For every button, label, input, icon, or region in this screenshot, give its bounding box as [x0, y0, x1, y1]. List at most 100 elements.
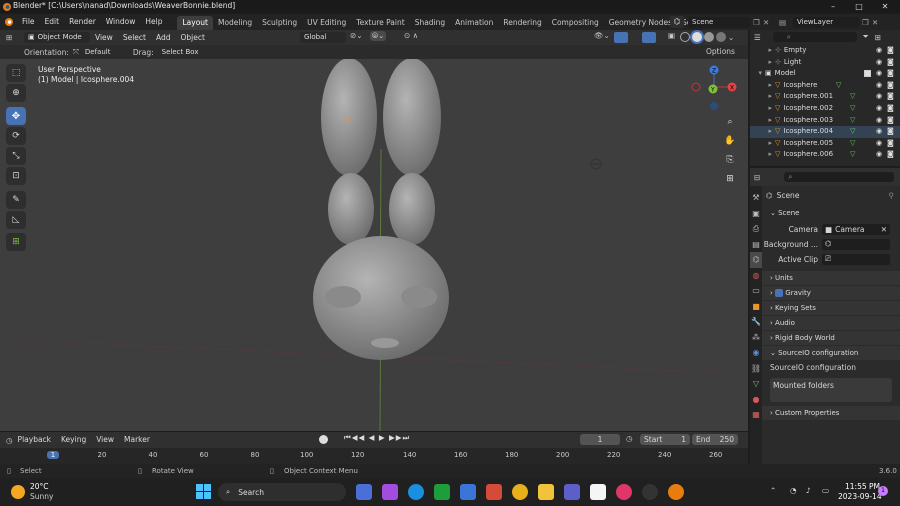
tray-chevron-icon[interactable]: ⌃ — [770, 486, 776, 495]
outliner-item[interactable]: ▸ ▽ Icosphere.004 ▽ ◉ ◙ — [750, 126, 900, 138]
proportional-edit-icon[interactable]: ⊙ ∧ — [404, 31, 418, 40]
outliner-item[interactable]: ▸ ▽ Icosphere ▽ ◉ ◙ — [750, 80, 900, 92]
outliner-item[interactable]: ▸ ⊹ Empty ◉ ◙ — [750, 45, 900, 57]
start-frame-field[interactable]: Start 1 — [640, 434, 690, 445]
mode-selector[interactable]: ▣ Object Mode — [24, 32, 90, 43]
weather-sun-icon[interactable] — [11, 485, 25, 499]
audio-panel-header[interactable]: › Audio — [762, 316, 900, 330]
timeline-ruler[interactable]: 1 20 40 60 80 100 120 140 160 180 200 220 240 260 — [0, 448, 748, 464]
timeline-view-menu[interactable]: View — [91, 432, 119, 448]
snap-icon[interactable]: ⦾⌄ — [370, 31, 387, 41]
gravity-checkbox[interactable] — [775, 289, 784, 297]
delete-scene-icon[interactable]: ✕ — [763, 18, 773, 27]
meet-icon[interactable] — [356, 484, 372, 500]
chrome-icon[interactable] — [512, 484, 528, 500]
pivot-icon[interactable]: ⊘⌄ — [350, 31, 363, 40]
unreal-icon[interactable] — [642, 484, 658, 500]
media-icon[interactable] — [486, 484, 502, 500]
menu-file[interactable]: File — [17, 14, 40, 30]
drag-selector[interactable]: Select Box — [158, 47, 206, 58]
tab-geometry-nodes[interactable]: Geometry Nodes — [604, 16, 677, 30]
tab-compositing[interactable]: Compositing — [547, 16, 604, 30]
weather-condition[interactable]: Sunny — [30, 492, 53, 501]
material-shading-icon[interactable] — [704, 32, 714, 42]
store-icon[interactable] — [460, 484, 476, 500]
expand-arrow-icon[interactable]: ▸ — [750, 115, 772, 127]
expand-arrow-icon[interactable]: ▸ — [750, 45, 772, 57]
add-cube-tool[interactable]: ⊞ — [6, 233, 26, 251]
camera-view-icon[interactable]: ⎘ — [723, 151, 737, 170]
render-camera-icon[interactable]: ◙ — [887, 149, 894, 161]
editor-type-icon[interactable]: ⊞ — [6, 33, 20, 42]
current-frame-field[interactable]: 1 — [580, 434, 620, 445]
playback-controls[interactable]: ⏮◀◀ ◀ ▶ ▶▶⏭ — [344, 433, 410, 443]
minimize-button[interactable]: – — [820, 0, 846, 13]
xbox-icon[interactable] — [434, 484, 450, 500]
scene-tab-icon[interactable]: ⌬ — [750, 252, 762, 268]
gizmo-toggle-icon[interactable] — [614, 32, 628, 43]
tab-rendering[interactable]: Rendering — [498, 16, 546, 30]
collection-tab-icon[interactable]: ▭ — [750, 283, 762, 299]
medium-icon[interactable] — [590, 484, 606, 500]
keying-menu[interactable]: Keying — [56, 432, 91, 448]
transform-orientation-selector[interactable]: Global — [300, 32, 346, 43]
visibility-icon[interactable]: 👁⌄ — [594, 31, 610, 40]
record-button[interactable] — [319, 435, 328, 444]
expand-arrow-icon[interactable]: ▸ — [750, 138, 772, 150]
outliner-item[interactable]: ▸ ▽ Icosphere.001 ▽ ◉ ◙ — [750, 91, 900, 103]
tab-uv-editing[interactable]: UV Editing — [302, 16, 351, 30]
move-tool[interactable]: ✥ — [6, 107, 26, 125]
app-icon[interactable] — [382, 484, 398, 500]
outliner-editor-icon[interactable]: ☰ — [754, 33, 761, 42]
modifier-tab-icon[interactable]: 🔧 — [750, 314, 762, 330]
visibility-eye-icon[interactable]: ◉ — [876, 45, 882, 57]
tab-animation[interactable]: Animation — [450, 16, 498, 30]
visibility-eye-icon[interactable]: ◉ — [876, 91, 882, 103]
custom-properties-panel-header[interactable]: › Custom Properties — [762, 406, 900, 420]
background-scene-field[interactable]: ⌬ — [822, 239, 890, 250]
tab-shading[interactable]: Shading — [410, 16, 450, 30]
copy-icon[interactable]: ❐ — [753, 18, 763, 27]
output-tab-icon[interactable]: ⎙ — [750, 221, 762, 237]
expand-arrow-icon[interactable]: ▸ — [750, 126, 772, 138]
new-collection-icon[interactable]: ⊞ — [875, 33, 881, 42]
menu-view[interactable]: View — [90, 30, 118, 45]
visibility-eye-icon[interactable]: ◉ — [876, 57, 882, 69]
orientation-selector[interactable]: Default — [81, 47, 125, 58]
shading-options-icon[interactable]: ⌄ — [728, 33, 734, 42]
maximize-button[interactable]: □ — [846, 0, 872, 13]
weather-temp[interactable]: 20°C — [30, 482, 49, 491]
camera-field[interactable]: ■ Camera ✕ — [822, 224, 890, 235]
expand-arrow-icon[interactable]: ▸ — [750, 57, 772, 69]
3d-viewport[interactable]: User Perspective (1) Model | Icosphere.0… — [0, 59, 748, 431]
visibility-eye-icon[interactable]: ◉ — [876, 103, 882, 115]
visibility-eye-icon[interactable]: ◉ — [876, 80, 882, 92]
outliner-item[interactable]: ▾ ▣ Model ◉ ◙ — [750, 68, 900, 80]
pan-hand-icon[interactable]: ✋ — [723, 132, 737, 151]
annotate-tool[interactable]: ✎ — [6, 191, 26, 209]
options-dropdown[interactable]: Options — [706, 47, 735, 56]
scale-tool[interactable]: ⤡ — [6, 147, 26, 165]
render-camera-icon[interactable]: ◙ — [887, 80, 894, 92]
file-explorer-icon[interactable] — [538, 484, 554, 500]
playback-menu[interactable]: Playback — [13, 432, 56, 448]
view-layer-icon[interactable]: ▤ — [779, 18, 791, 27]
tab-texture-paint[interactable]: Texture Paint — [351, 16, 409, 30]
teams-icon[interactable] — [564, 484, 580, 500]
visibility-eye-icon[interactable]: ◉ — [876, 68, 882, 80]
render-camera-icon[interactable]: ◙ — [887, 91, 894, 103]
menu-help[interactable]: Help — [140, 14, 167, 30]
wireframe-shading-icon[interactable] — [680, 32, 690, 42]
copy-layer-icon[interactable]: ❐ — [862, 18, 872, 27]
delete-layer-icon[interactable]: ✕ — [872, 18, 882, 27]
render-camera-icon[interactable]: ◙ — [887, 138, 894, 150]
solid-shading-icon[interactable] — [692, 32, 702, 42]
end-frame-field[interactable]: End 250 — [692, 434, 738, 445]
clock-time[interactable]: 11:55 PM — [845, 482, 880, 491]
rotate-tool[interactable]: ⟳ — [6, 127, 26, 145]
properties-search-input[interactable]: ⌕ — [784, 172, 895, 182]
outliner-item[interactable]: ▸ ▽ Icosphere.005 ▽ ◉ ◙ — [750, 138, 900, 150]
render-camera-icon[interactable]: ◙ — [887, 57, 894, 69]
menu-render[interactable]: Render — [64, 14, 101, 30]
expand-arrow-icon[interactable]: ▸ — [750, 103, 772, 115]
